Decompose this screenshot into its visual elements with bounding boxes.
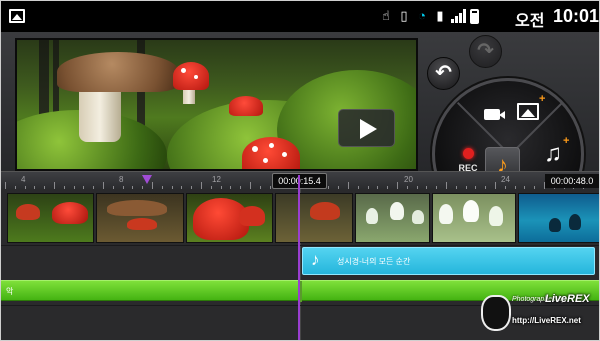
ruler-tick xyxy=(348,182,349,189)
editor-panel: ↷ ↶ + REC ♪ ♫ + xyxy=(1,32,599,230)
redo-button[interactable]: ↷ xyxy=(469,35,502,68)
ruler-tick xyxy=(201,182,202,189)
image-icon[interactable] xyxy=(517,103,539,120)
video-clip[interactable] xyxy=(354,193,431,243)
gallery-icon xyxy=(9,9,25,23)
watermark-logo xyxy=(481,295,511,331)
watermark: Photographed by LiveREX http://LiveREX.n… xyxy=(481,291,593,336)
status-icons: ☝ ▯ ◔ ▮ xyxy=(379,8,479,24)
playhead-line[interactable] xyxy=(298,175,300,340)
record-icon xyxy=(463,148,474,159)
ruler-label: 12 xyxy=(212,175,221,184)
video-preview[interactable] xyxy=(15,38,418,171)
video-clip[interactable] xyxy=(96,193,184,243)
video-clip[interactable] xyxy=(517,193,599,243)
ruler-tick xyxy=(152,182,153,189)
play-button[interactable] xyxy=(338,109,395,147)
watermark-url: http://LiveREX.net xyxy=(512,316,581,325)
music-note-icon: ♪ xyxy=(311,250,320,269)
status-time: 10:01 xyxy=(553,6,600,26)
battery-icon xyxy=(470,8,479,24)
video-track xyxy=(7,193,599,243)
ruler-tick xyxy=(5,182,6,189)
video-clip[interactable] xyxy=(185,193,274,243)
sim-icon: ▮ xyxy=(436,8,444,23)
ruler-tick xyxy=(103,182,104,189)
wifi-icon: ◔ xyxy=(418,8,426,23)
video-editor-screen: ☝ ▯ ◔ ▮ 오전 10:01 ↷ ↶ + REC ♪ ♫ + 4 8 12 … xyxy=(0,0,600,341)
lane-separator xyxy=(1,245,599,246)
preview-frame-image xyxy=(17,40,416,169)
signal-icon xyxy=(451,9,466,23)
touch-icon: ☝ xyxy=(382,8,390,23)
total-time-display: 00:00:48.0 xyxy=(545,174,599,188)
undo-icon: ↶ xyxy=(435,62,452,84)
ruler-tick xyxy=(54,182,55,189)
watermark-brand: LiveREX xyxy=(545,293,590,305)
audio-clip-title: 성시경-너의 모든 순간 xyxy=(337,257,411,266)
status-ampm: 오전 xyxy=(515,13,545,30)
ruler-tick xyxy=(446,182,447,189)
redo-icon: ↷ xyxy=(477,40,494,62)
ruler-label: 4 xyxy=(21,175,26,184)
playhead-marker[interactable] xyxy=(142,175,152,184)
bgm-label: 악 xyxy=(6,287,14,296)
video-clip[interactable] xyxy=(7,193,95,243)
status-bar: ☝ ▯ ◔ ▮ 오전 10:01 xyxy=(1,1,600,32)
video-clip[interactable] xyxy=(432,193,516,243)
ruler-label: 24 xyxy=(501,175,510,184)
ruler-label: 8 xyxy=(119,175,124,184)
audio-clip[interactable]: ♪ 성시경-너의 모든 순간 xyxy=(302,247,595,275)
ruler-label: 20 xyxy=(404,175,413,184)
ruler-tick xyxy=(495,182,496,189)
ruler-tick xyxy=(250,182,251,189)
undo-button[interactable]: ↶ xyxy=(427,57,460,90)
camcorder-icon[interactable] xyxy=(482,103,506,121)
video-clip[interactable] xyxy=(275,193,353,243)
ruler-tick xyxy=(397,182,398,189)
screen-icon: ▯ xyxy=(400,8,408,23)
add-image-plus-icon: + xyxy=(539,93,546,105)
add-music-plus-icon: + xyxy=(563,135,570,147)
